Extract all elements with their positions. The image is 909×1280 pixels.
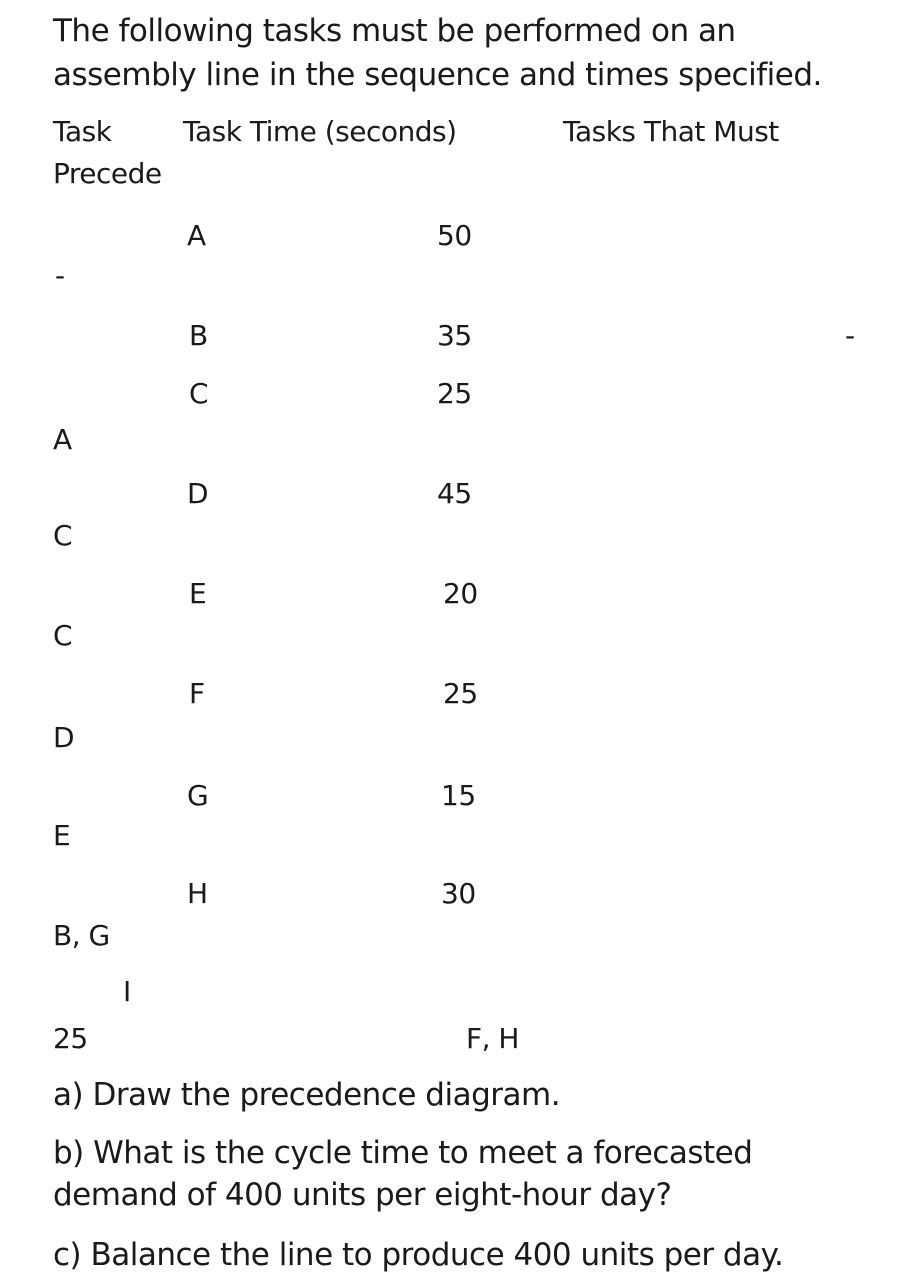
- predecessor-dash-left: -: [55, 259, 65, 292]
- predecessor-i: F, H: [466, 1022, 519, 1055]
- predecessor-d: C: [53, 519, 73, 552]
- predecessor-f: D: [53, 721, 75, 754]
- task-time-h: 30: [441, 877, 476, 910]
- task-time-i: 25: [53, 1022, 88, 1055]
- intro-line-1: The following tasks must be performed on…: [53, 13, 736, 49]
- task-label-i: I: [123, 975, 131, 1008]
- task-label-e: E: [189, 577, 207, 610]
- question-c: c) Balance the line to produce 400 units…: [53, 1237, 784, 1273]
- task-label-f: F: [189, 677, 205, 710]
- task-label-c: C: [189, 377, 209, 410]
- question-b-line-2: demand of 400 units per eight-hour day?: [53, 1177, 672, 1213]
- task-label-h: H: [187, 877, 208, 910]
- predecessor-g: E: [53, 819, 71, 852]
- task-time-e: 20: [443, 577, 478, 610]
- task-time-f: 25: [443, 677, 478, 710]
- task-label-a: A: [187, 219, 206, 252]
- task-time-d: 45: [437, 477, 472, 510]
- predecessor-dash-right: -: [845, 319, 855, 352]
- header-tasks-must: Tasks That Must: [563, 115, 779, 148]
- task-time-g: 15: [441, 779, 476, 812]
- task-label-g: G: [187, 779, 209, 812]
- task-label-d: D: [187, 477, 209, 510]
- task-label-b: B: [189, 319, 208, 352]
- header-precede: Precede: [53, 157, 162, 190]
- header-task: Task: [53, 115, 112, 148]
- question-a: a) Draw the precedence diagram.: [53, 1077, 561, 1113]
- question-b-line-1: b) What is the cycle time to meet a fore…: [53, 1135, 753, 1171]
- header-task-time: Task Time (seconds): [183, 115, 457, 148]
- predecessor-h: B, G: [53, 919, 110, 952]
- predecessor-c: A: [53, 423, 72, 456]
- task-time-a: 50: [437, 219, 472, 252]
- intro-line-2: assembly line in the sequence and times …: [53, 57, 822, 93]
- task-time-c: 25: [437, 377, 472, 410]
- predecessor-e: C: [53, 619, 73, 652]
- task-time-b: 35: [437, 319, 472, 352]
